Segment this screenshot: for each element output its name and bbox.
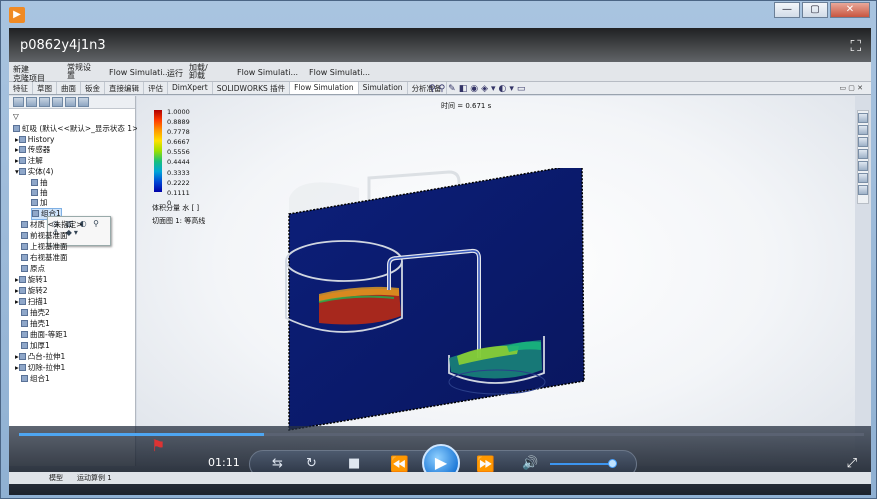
flow-simulation-dropdown-1[interactable]: Flow Simulati... (109, 68, 170, 77)
tree-item-material[interactable]: 材质 <未指定> (21, 220, 82, 230)
tab-sheet-metal[interactable]: 钣金 (81, 82, 105, 94)
legend-colorbar (154, 110, 162, 192)
config-tab-icon[interactable] (39, 97, 50, 107)
load-unload-button[interactable]: 加载/卸载 (189, 64, 209, 80)
property-tab-icon[interactable] (26, 97, 37, 107)
tree-item-body-3[interactable]: 加 (31, 198, 48, 208)
volume-knob[interactable] (608, 459, 617, 468)
library-icon[interactable] (858, 125, 868, 135)
panel-tabs (9, 96, 135, 109)
refresh-icon[interactable]: ↻ (306, 456, 317, 471)
appearance-icon[interactable] (858, 161, 868, 171)
rewind-icon[interactable]: ⏪ (390, 455, 409, 473)
tree-item-cut-extrude1[interactable]: ▸ 切除-拉伸1 (15, 363, 65, 373)
cut-plot-label: 切面图 1: 等高线 (152, 217, 206, 225)
current-time: 01:11 (208, 456, 240, 469)
player-controls: ⚑ 01:11 ⇆ ↻ ■ ⏪ ⏩ 🔊 ▶ ⤢ (9, 426, 871, 495)
flow-results-icon[interactable] (858, 185, 868, 195)
video-frame: 新建 克隆项目 常规设置 Flow Simulati... 运行 加载/卸载 F… (9, 28, 871, 495)
home-icon[interactable] (858, 113, 868, 123)
task-pane-tabs (857, 110, 869, 204)
player-window: ▶ — ▢ ✕ 新建 克隆项目 常规设置 Flow Simulati... 运行… (0, 0, 877, 499)
tree-item-body-1[interactable]: 抽 (31, 178, 48, 188)
tree-item-shell1[interactable]: 抽壳1 (21, 319, 50, 329)
tree-item-revolve2[interactable]: ▸ 旋转2 (15, 286, 48, 296)
feature-tree-tab-icon[interactable] (13, 97, 24, 107)
tree-item-thicken1[interactable]: 加厚1 (21, 341, 50, 351)
close-icon[interactable]: ✕ (830, 2, 870, 18)
legend-values: 1.0000 0.8889 0.7778 0.6667 0.5556 0.4444 0.33… (167, 108, 190, 207)
volume-slider[interactable] (550, 463, 612, 465)
filter-icon[interactable]: ▽ (13, 112, 19, 122)
expand-icon[interactable]: ⤢ (847, 456, 857, 471)
tab-simulation[interactable]: Simulation (359, 82, 408, 94)
app-logo-icon: ▶ (9, 7, 25, 23)
tree-item-revolve1[interactable]: ▸ 旋转1 (15, 275, 48, 285)
flow-tab-icon[interactable] (78, 97, 89, 107)
general-settings-button[interactable]: 常规设置 (67, 64, 97, 80)
tree-item-solid-bodies[interactable]: ▾ 实体(4) (15, 167, 53, 177)
feature-manager-panel: ▽ 虹吸 (默认<<默认>_显示状态 1>) ▸ History ▸ 传感器 ▸ 注解… (9, 96, 141, 466)
mascot-icon: ⚑ (151, 436, 166, 455)
status-bar: 模型 运动算例 1 (9, 472, 871, 484)
tree-item-sensors[interactable]: ▸ 传感器 (15, 145, 50, 155)
fast-forward-icon[interactable]: ⏩ (476, 455, 495, 473)
flow-simulation-dropdown-3[interactable]: Flow Simulati... (309, 68, 370, 77)
seek-progress (19, 433, 265, 436)
custom-props-icon[interactable] (858, 173, 868, 183)
view-tools[interactable]: ⚲⚲✎◧◉◈▾◐▾▭ (429, 84, 528, 94)
repeat-icon[interactable]: ⇆ (272, 456, 283, 471)
tree-item-history[interactable]: ▸ History (15, 135, 54, 145)
legend-quantity-label: 体积分量 水 [ ] (152, 204, 200, 212)
tab-addins[interactable]: SOLIDWORKS 插件 (213, 82, 291, 94)
volume-icon[interactable]: 🔊 (522, 456, 538, 471)
tree-item-body-2[interactable]: 抽 (31, 188, 48, 198)
tree-item-origin[interactable]: 原点 (21, 264, 45, 274)
tab-surfaces[interactable]: 曲面 (57, 82, 81, 94)
run-button[interactable]: 运行 (167, 68, 183, 79)
tree-item-right-plane[interactable]: 右视基准面 (21, 253, 68, 263)
display-tab-icon[interactable] (65, 97, 76, 107)
tab-flow-simulation[interactable]: Flow Simulation (290, 82, 359, 94)
view-palette-icon[interactable] (858, 149, 868, 159)
seek-bar[interactable] (19, 433, 864, 436)
tree-item-boss-extrude1[interactable]: ▸ 凸台-拉伸1 (15, 352, 65, 362)
flow-simulation-dropdown-2[interactable]: Flow Simulati... (237, 68, 298, 77)
tree-item-front-plane[interactable]: 前视基准面 (21, 231, 68, 241)
video-title: p0862y4j1n3 (20, 38, 106, 53)
tree-item-offset-surface[interactable]: 曲面-等距1 (21, 330, 67, 340)
folder-icon[interactable] (858, 137, 868, 147)
tab-sketch[interactable]: 草图 (33, 82, 57, 94)
tree-item-top-plane[interactable]: 上视基准面 (21, 242, 68, 252)
stop-icon[interactable]: ■ (348, 456, 360, 471)
tree-root[interactable]: 虹吸 (默认<<默认>_显示状态 1>) (13, 124, 141, 134)
tab-dimxpert[interactable]: DimXpert (168, 82, 213, 94)
dimxpert-tab-icon[interactable] (52, 97, 63, 107)
motion-study-tab[interactable]: 运动算例 1 (77, 473, 112, 483)
fullscreen-icon[interactable]: ⛶ (850, 37, 861, 55)
restore-icon[interactable]: ▢ (802, 2, 828, 18)
document-window-buttons[interactable]: ▭ ▢ ✕ (839, 84, 863, 92)
simulation-time-label: 时间 = 0.671 s (441, 102, 492, 110)
tree-item-annotations[interactable]: ▸ 注解 (15, 156, 43, 166)
ribbon: 新建 克隆项目 常规设置 Flow Simulati... 运行 加载/卸载 F… (9, 62, 871, 83)
tree-item-combine1[interactable]: 组合1 (21, 374, 50, 384)
tab-direct-editing[interactable]: 直接编辑 (105, 82, 144, 94)
model-tab[interactable]: 模型 (49, 473, 63, 483)
minimize-icon[interactable]: — (774, 2, 800, 18)
video-title-bar: p0862y4j1n3 ⛶ (9, 28, 871, 62)
tab-features[interactable]: 特征 (9, 82, 33, 94)
tree-item-shell2[interactable]: 抽壳2 (21, 308, 50, 318)
siphon-model-render (285, 168, 585, 431)
tree-item-sweep1[interactable]: ▸ 扫描1 (15, 297, 48, 307)
window-controls: — ▢ ✕ (774, 2, 870, 18)
tab-evaluate[interactable]: 评估 (144, 82, 168, 94)
